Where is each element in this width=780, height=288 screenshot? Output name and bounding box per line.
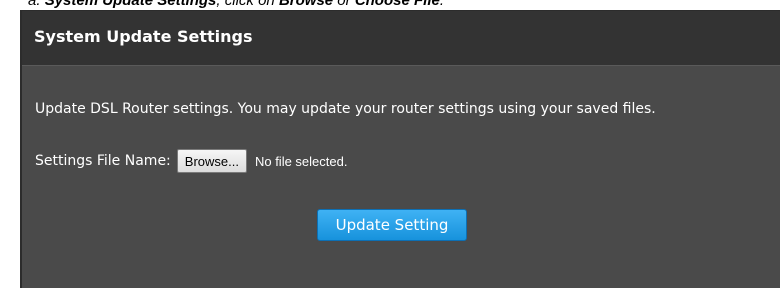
caption-section-name: System Update Settings	[44, 0, 217, 9]
update-setting-button[interactable]: Update Setting	[317, 209, 467, 241]
file-status-text: No file selected.	[254, 153, 348, 169]
caption-middle: , click on	[216, 0, 279, 9]
browse-button[interactable]: Browse...	[176, 149, 247, 173]
caption-text: a. System Update Settings, click on Brow…	[28, 0, 444, 9]
caption-or: or	[333, 0, 355, 9]
caption-suffix: .	[439, 0, 444, 9]
settings-file-label: Settings File Name:	[35, 153, 171, 169]
caption-browse-word: Browse	[278, 0, 334, 9]
instruction-caption: a. System Update Settings, click on Brow…	[0, 0, 780, 10]
update-description: Update DSL Router settings. You may upda…	[35, 101, 656, 117]
settings-file-row: Settings File Name: Browse... No file se…	[35, 148, 347, 174]
caption-choose-file: Choose File	[354, 0, 440, 9]
panel-header: System Update Settings	[22, 11, 780, 66]
caption-prefix: a.	[28, 0, 45, 9]
system-update-panel: System Update Settings Update DSL Router…	[20, 10, 780, 288]
panel-title: System Update Settings	[34, 27, 253, 46]
